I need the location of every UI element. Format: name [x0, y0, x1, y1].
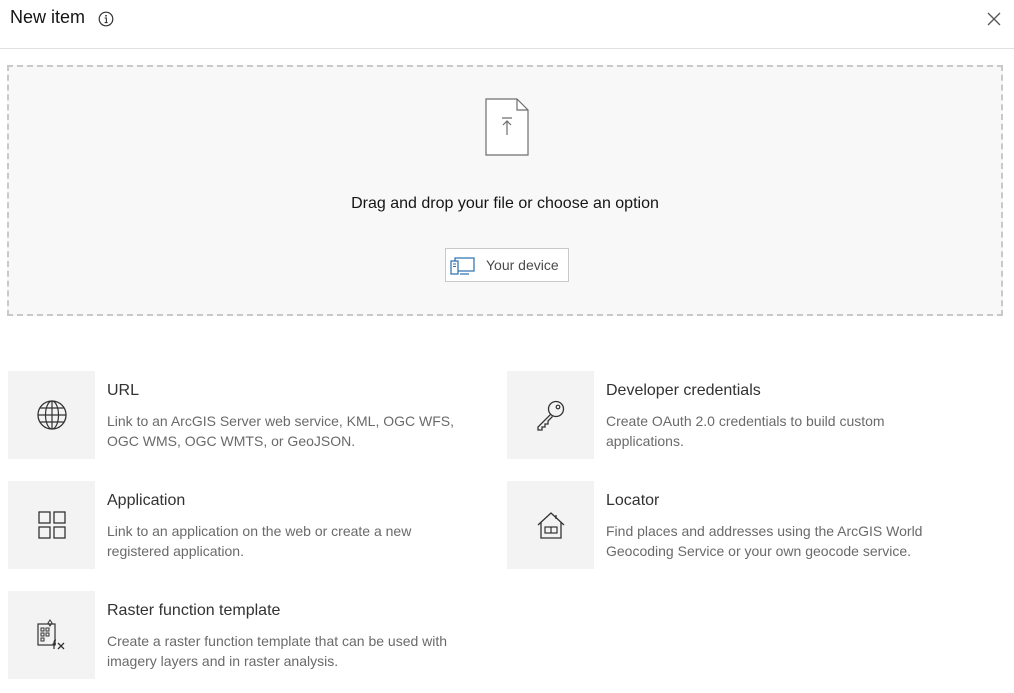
file-upload-icon — [485, 98, 529, 156]
option-icon-tile — [8, 481, 95, 569]
option-raster-function-template[interactable]: Raster function template Create a raster… — [8, 591, 478, 679]
option-developer-credentials[interactable]: Developer credentials Create OAuth 2.0 c… — [507, 371, 977, 459]
house-icon — [537, 512, 565, 539]
raster-function-icon — [37, 619, 65, 650]
option-icon-tile — [8, 371, 95, 459]
option-icon-tile — [507, 481, 594, 569]
option-title: Developer credentials — [606, 382, 761, 399]
option-title: URL — [107, 382, 140, 399]
your-device-button[interactable]: Your device — [445, 248, 569, 282]
option-title: Application — [107, 492, 186, 509]
option-description: Create OAuth 2.0 credentials to build cu… — [606, 413, 885, 449]
option-description: Link to an ArcGIS Server web service, KM… — [107, 413, 454, 449]
dialog-header: New item — [0, 0, 1014, 49]
globe-icon — [37, 400, 67, 430]
option-url[interactable]: URL Link to an ArcGIS Server web service… — [8, 371, 478, 459]
option-application[interactable]: Application Link to an application on th… — [8, 481, 478, 569]
device-icon — [450, 257, 475, 275]
option-title: Raster function template — [107, 602, 281, 619]
option-description: Find places and addresses using the ArcG… — [606, 523, 923, 559]
your-device-label: Your device — [486, 257, 559, 273]
option-icon-tile — [8, 591, 95, 679]
dropzone-instructions: Drag and drop your file or choose an opt… — [351, 195, 659, 212]
key-icon — [537, 400, 565, 431]
option-title: Locator — [606, 492, 660, 509]
option-description: Link to an application on the web or cre… — [107, 523, 412, 559]
option-locator[interactable]: Locator Find places and addresses using … — [507, 481, 977, 569]
info-icon[interactable] — [98, 11, 114, 27]
option-icon-tile — [507, 371, 594, 459]
close-icon[interactable] — [984, 9, 1004, 29]
option-description: Create a raster function template that c… — [107, 633, 448, 669]
dialog-title: New item — [10, 7, 86, 27]
file-dropzone[interactable]: Drag and drop your file or choose an opt… — [7, 65, 1003, 316]
apps-grid-icon — [38, 511, 66, 539]
